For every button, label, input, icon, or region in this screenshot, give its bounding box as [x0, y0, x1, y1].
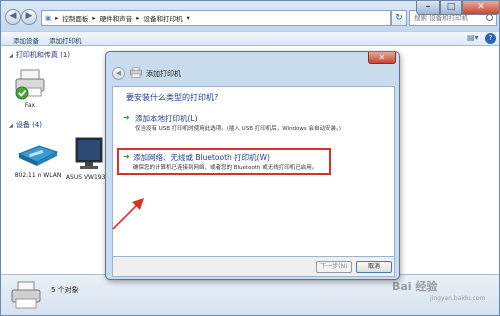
devices-group-header[interactable]: ◢ 设备 (4) [9, 120, 42, 130]
monitor-icon [75, 137, 103, 169]
dialog-body: 要安装什么类型的打印机? ➜ 添加本地打印机(L) 仅当没有 USB 打印机时使… [112, 86, 395, 257]
green-arrow-icon: ➜ [123, 152, 130, 161]
option-title[interactable]: 添加本地打印机(L) [135, 113, 198, 124]
breadcrumb-hardware-sound[interactable]: 硬件和声音 [100, 13, 133, 23]
wlan-device[interactable]: 802.11 n WLAN [9, 136, 67, 179]
help-icon[interactable]: ? [485, 33, 496, 44]
maximize-button[interactable]: □ [440, 1, 462, 15]
chevron-icon: ▸ [136, 14, 140, 22]
option-description: 确保您的计算机已连接到网络，或者您的 Bluetooth 或无线打印机已启用。 [133, 165, 318, 171]
dialog-back-button[interactable]: ◀ [112, 67, 125, 80]
watermark-url: jingyan.baidu.com [430, 295, 486, 302]
next-button[interactable]: 下一步(N) [316, 261, 352, 273]
forward-button[interactable]: ▶ [21, 9, 37, 25]
item-count: 5 个对象 [51, 286, 79, 294]
green-arrow-icon: ➜ [123, 113, 130, 122]
collapse-triangle-icon: ◢ [9, 53, 13, 59]
back-button[interactable]: ◀ [5, 9, 21, 25]
dialog-title: 添加打印机 [146, 70, 181, 78]
close-button[interactable]: ✕ [462, 1, 500, 15]
dialog-question: 要安装什么类型的打印机? [126, 93, 219, 102]
status-printer-icon [11, 281, 41, 309]
search-icon [486, 14, 493, 21]
option-description: 仅当没有 USB 打印机时使用此选项。(插入 USB 打印机后，Windows … [135, 126, 341, 132]
refresh-button[interactable]: ↻ [391, 10, 407, 26]
search-placeholder: 搜索 设备和打印机 [414, 14, 469, 22]
add-printer-button[interactable]: 添加打印机 [49, 35, 82, 45]
minimize-button[interactable]: – [416, 1, 440, 15]
fax-device[interactable]: Fax [11, 66, 49, 109]
add-device-button[interactable]: 添加设备 [13, 35, 39, 45]
breadcrumb-devices-printers[interactable]: 设备和打印机 [143, 13, 182, 23]
option-title[interactable]: 添加网络、无线或 Bluetooth 打印机(W) [133, 152, 270, 163]
command-bar: 添加设备 添加打印机 ▤▾ ? [1, 31, 499, 46]
collapse-triangle-icon: ◢ [9, 123, 13, 129]
annotation-arrow-icon [112, 198, 144, 230]
chevron-icon: ▸ [55, 14, 59, 22]
chevron-down-icon: ▾ [186, 14, 190, 22]
view-options-icon[interactable]: ▤▾ [467, 33, 479, 42]
printers-group-label: 打印机和传真 (1) [15, 51, 70, 59]
add-network-printer-option[interactable]: ➜ 添加网络、无线或 Bluetooth 打印机(W) 确保您的计算机已连接到网… [117, 148, 331, 175]
fax-label: Fax [24, 102, 36, 109]
printers-group-header[interactable]: ◢ 打印机和传真 (1) [9, 50, 70, 60]
cancel-button[interactable]: 取消 [356, 261, 392, 273]
title-bar: ◀ ▶ ▣ ▸ 控制面板 ▸ 硬件和声音 ▸ 设备和打印机 ▾ ↻ 搜索 设备和… [1, 1, 500, 31]
breadcrumb-control-panel[interactable]: 控制面板 [62, 13, 88, 23]
devices-group-label: 设备 (4) [15, 121, 42, 129]
dialog-close-button[interactable]: ✕ [368, 52, 396, 64]
watermark: Bai 经验 [392, 280, 438, 293]
address-folder-icon: ▣ [45, 14, 52, 22]
address-bar[interactable]: ▣ ▸ 控制面板 ▸ 硬件和声音 ▸ 设备和打印机 ▾ [41, 10, 391, 26]
wlan-adapter-icon [17, 145, 59, 166]
fax-printer-icon [15, 69, 45, 100]
add-printer-dialog: ✕ ◀ 添加打印机 要安装什么类型的打印机? ➜ 添加本地打印机(L) 仅当没有… [105, 51, 400, 280]
wlan-label: 802.11 n WLAN [14, 172, 62, 179]
dialog-footer: 下一步(N) 取消 [112, 257, 395, 277]
printer-icon [130, 67, 142, 78]
chevron-icon: ▸ [92, 14, 96, 22]
